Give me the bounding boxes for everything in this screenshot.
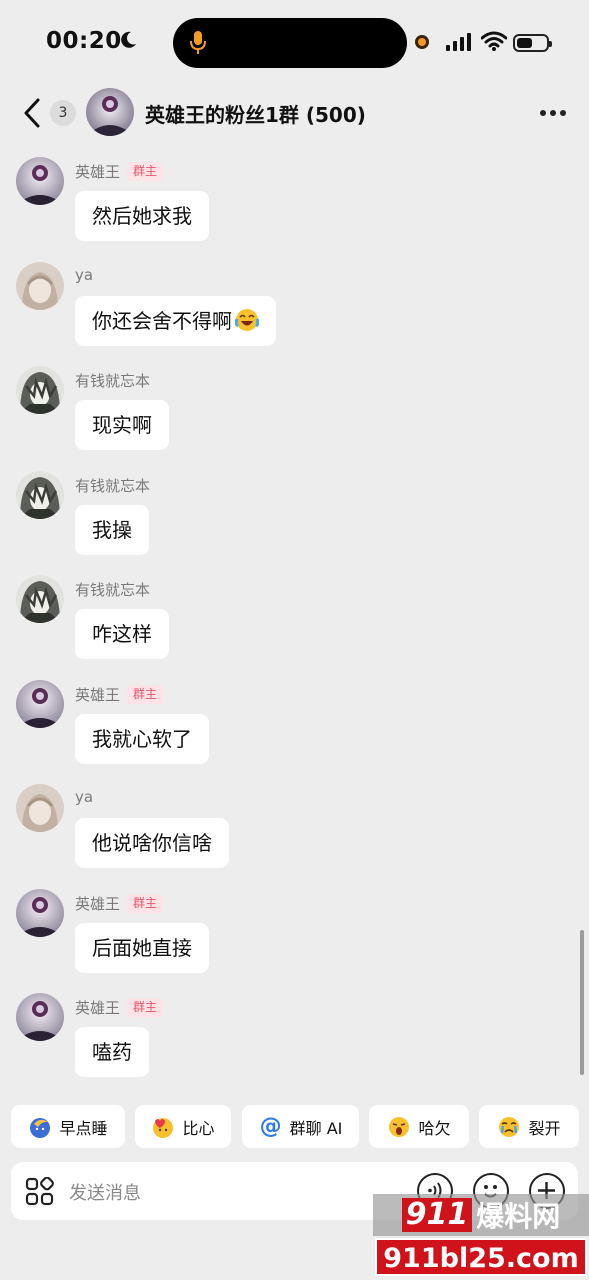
sender-name-row: 英雄王 群主 <box>75 997 164 1018</box>
message-bubble[interactable]: 嗑药 <box>75 1027 149 1077</box>
crying-face-icon <box>497 1115 521 1139</box>
sender-name: 有钱就忘本 <box>75 476 151 495</box>
quick-reply-label: 裂开 <box>528 1118 561 1138</box>
sender-name-row: 英雄王 群主 <box>75 684 164 705</box>
sender-avatar[interactable] <box>16 575 64 623</box>
sender-avatar[interactable] <box>16 888 64 937</box>
message-row: 有钱就忘本咋这样 <box>0 575 589 679</box>
sender-name-row: 有钱就忘本 <box>75 475 150 496</box>
message-bubble[interactable]: 我操 <box>75 504 149 555</box>
sender-name-row: 有钱就忘本 <box>75 370 150 391</box>
battery-icon <box>513 34 552 52</box>
sender-avatar[interactable] <box>16 784 64 832</box>
chat-header: 3 英雄王的粉丝1群 (500) <box>0 86 589 142</box>
message-row: 英雄王 群主我就心软了 <box>0 679 589 784</box>
owner-tag: 群主 <box>127 684 164 704</box>
message-row: 英雄王 群主后面她直接 <box>0 888 589 993</box>
sender-name: 英雄王 <box>75 685 121 704</box>
sender-avatar[interactable] <box>16 993 64 1041</box>
message-row: ya 他说啥你信啥 <box>0 784 589 888</box>
sender-name-row: 英雄王 群主 <box>75 161 164 182</box>
quick-reply-label: 哈欠 <box>418 1118 451 1138</box>
recording-dot-icon <box>415 35 429 49</box>
group-title: 英雄王的粉丝1群 (500) <box>145 103 366 127</box>
signal-icon <box>446 33 471 51</box>
message-text: 我操 <box>92 517 132 542</box>
sender-name-row: 英雄王 群主 <box>75 893 164 914</box>
watermark-digits: 911 <box>401 1198 473 1232</box>
owner-tag: 群主 <box>127 893 164 913</box>
message-bubble[interactable]: 他说啥你信啥 <box>75 818 229 868</box>
message-row: ya 你还会舍不得啊 <box>0 261 589 366</box>
status-time: 00:20 <box>46 28 122 54</box>
more-horizontal-icon[interactable] <box>540 101 568 125</box>
mic-icon <box>190 31 206 54</box>
message-input[interactable]: 发送消息 <box>69 1179 141 1205</box>
sender-name-row: 有钱就忘本 <box>75 579 150 600</box>
quick-reply-crack[interactable]: 裂开 <box>479 1105 579 1148</box>
message-row: 英雄王 群主然后她求我 <box>0 157 589 261</box>
message-bubble[interactable]: 现实啊 <box>75 400 169 450</box>
message-bubble[interactable]: 后面她直接 <box>75 922 209 973</box>
chevron-left-icon[interactable] <box>18 96 46 130</box>
unread-count-badge[interactable]: 3 <box>50 100 76 126</box>
message-row: 有钱就忘本 我操 <box>0 470 589 575</box>
at-icon: @ <box>259 1114 282 1139</box>
message-bubble[interactable]: 咋这样 <box>75 609 169 659</box>
message-bubble[interactable]: 然后她求我 <box>75 191 209 241</box>
crying-laughing-emoji-icon <box>235 308 259 331</box>
sender-name: 英雄王 <box>75 894 121 913</box>
message-text: 我就心软了 <box>92 726 192 751</box>
message-text: 嗑药 <box>92 1040 132 1064</box>
status-bar: 00:20 <box>0 0 589 86</box>
message-text: 然后她求我 <box>92 204 192 228</box>
scrollbar[interactable] <box>580 930 584 1075</box>
sender-name: 有钱就忘本 <box>75 372 151 390</box>
heart-hands-icon <box>151 1115 175 1139</box>
message-text: 他说啥你信啥 <box>92 831 212 855</box>
battery-level <box>517 38 532 48</box>
quick-reply-label: 比心 <box>182 1118 215 1138</box>
message-text: 现实啊 <box>92 413 152 437</box>
sender-name-row: ya <box>75 266 93 284</box>
sender-name: 有钱就忘本 <box>75 581 151 599</box>
message-row: 英雄王 群主嗑药 <box>0 993 589 1097</box>
sender-name: 英雄王 <box>75 163 121 181</box>
watermark-logo: 911 爆料网 911bl25.com <box>373 1194 589 1280</box>
quick-reply-heart[interactable]: 比心 <box>135 1105 231 1148</box>
group-avatar[interactable] <box>86 88 134 136</box>
owner-tag: 群主 <box>127 998 164 1017</box>
moon-icon <box>121 31 136 48</box>
quick-reply-sleep[interactable]: 早点睡 <box>11 1105 125 1148</box>
sender-avatar[interactable] <box>16 157 64 205</box>
dynamic-island <box>173 18 407 68</box>
sender-avatar[interactable] <box>16 679 64 728</box>
apps-grid-icon[interactable] <box>25 1177 55 1207</box>
sender-name: 英雄王 <box>75 999 121 1017</box>
quick-reply-yawn[interactable]: 哈欠 <box>369 1105 469 1148</box>
sender-avatar[interactable] <box>16 470 64 519</box>
yawn-icon <box>387 1115 411 1139</box>
sender-avatar[interactable] <box>16 261 64 310</box>
watermark-url: 911bl25.com <box>375 1238 587 1276</box>
quick-reply-ai[interactable]: @ 群聊 AI <box>242 1105 359 1148</box>
sender-name: ya <box>75 265 94 284</box>
sender-name-row: ya <box>75 788 93 806</box>
quick-reply-label: 早点睡 <box>59 1118 108 1138</box>
message-text: 后面她直接 <box>92 935 192 960</box>
sleeping-moon-icon <box>28 1115 52 1139</box>
watermark-title: 爆料网 <box>476 1200 561 1233</box>
message-text: 咋这样 <box>92 622 152 646</box>
message-bubble[interactable]: 你还会舍不得啊 <box>75 295 276 346</box>
message-row: 有钱就忘本现实啊 <box>0 366 589 470</box>
sender-name: ya <box>75 788 94 806</box>
sender-avatar[interactable] <box>16 366 64 414</box>
wifi-icon <box>481 31 507 51</box>
quick-reply-label: 群聊 AI <box>289 1118 343 1138</box>
owner-tag: 群主 <box>127 162 164 181</box>
message-text: 你还会舍不得啊 <box>92 308 232 333</box>
quick-reply-bar: 早点睡 比心 @ 群聊 AI 哈欠 裂开 <box>0 1105 589 1149</box>
message-bubble[interactable]: 我就心软了 <box>75 713 209 764</box>
